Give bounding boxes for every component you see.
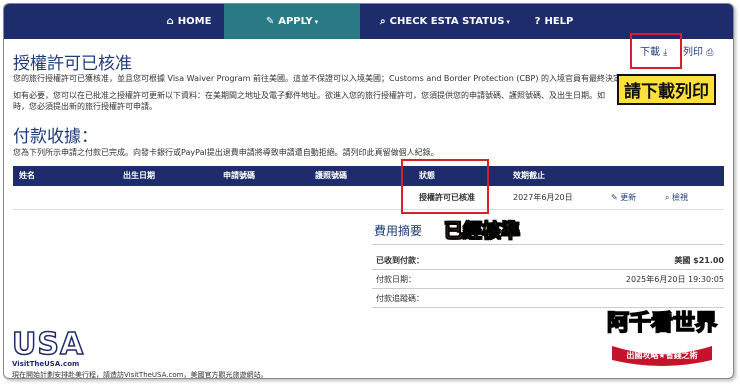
update-paragraph-line2: 時，您必須提出新的旅行授權許可申請。 <box>13 102 157 111</box>
status-highlight-box <box>401 159 489 214</box>
paid-label: 已收到付款： <box>376 256 424 265</box>
print-button[interactable]: 列印 ⎙ <box>683 43 713 58</box>
nav-help[interactable]: ? HELP <box>532 4 576 39</box>
view-link[interactable]: ⌕ 檢視 <box>665 186 688 210</box>
footer-text: 現在開始計劃安排赴美行程，請造訪VisitTheUSA.com，美國官方觀光旅遊… <box>12 371 268 379</box>
payment-paragraph: 您為下列所示申請之付款已完成。向發卡銀行或PayPal提出退費申請將導致申請遭自… <box>13 148 439 157</box>
caret-down-icon: ▾ <box>314 18 319 26</box>
callout-download-print: 請下載列印 <box>617 74 716 105</box>
pencil-icon: ✎ <box>265 16 275 27</box>
paid-value: 美國 $21.00 <box>674 256 724 265</box>
logo-site-text: VisitTheUSA.com <box>12 360 80 368</box>
summary-title: 費用摘要 <box>374 224 423 238</box>
date-value: 2025年6月20日 19:30:05 <box>625 275 724 284</box>
brand-name-text: 阿千看世界 <box>607 311 717 336</box>
col-name: 姓名 <box>19 171 35 180</box>
tracking-label: 付款追蹤碼： <box>376 294 424 303</box>
payment-section-title: 付款收據： <box>13 127 98 147</box>
printer-icon: ⎙ <box>706 48 714 58</box>
summary-divider <box>372 244 724 245</box>
col-expiry: 效期截止 <box>513 171 545 180</box>
nav-apply[interactable]: ✎ APPLY ▾ <box>224 4 360 39</box>
nav-home[interactable]: ⌂ HOME <box>154 4 224 39</box>
home-icon: ⌂ <box>166 16 174 27</box>
update-link[interactable]: ✎ 更新 <box>611 186 636 210</box>
brand-tagline-text: 出國攻略★省錢之術 <box>626 350 697 360</box>
logo-usa-text: USA <box>11 327 85 362</box>
search-icon: ⌕ <box>380 16 386 27</box>
caret-down-icon: ▾ <box>506 18 510 26</box>
summary-divider <box>372 288 724 289</box>
update-paragraph-line1: 如有必要，您可以在已批准之授權許可更新以下資料：在美期間之地址及電子郵件地址。欲… <box>13 91 605 100</box>
nav-check-status[interactable]: ⌕ CHECK ESTA STATUS ▾ <box>374 4 516 39</box>
date-label: 付款日期： <box>376 275 416 284</box>
download-highlight-box <box>630 33 682 69</box>
top-navbar: ⌂ HOME ✎ APPLY ▾ ⌕ CHECK ESTA STATUS ▾ ? HELP <box>4 4 733 39</box>
summary-divider <box>372 269 724 270</box>
brand-logo: 阿千看世界 出國攻略★省錢之術 <box>596 302 728 368</box>
visit-usa-logo: USA VisitTheUSA.com <box>11 327 85 368</box>
col-application-number: 申請號碼 <box>223 171 255 180</box>
edit-icon: ✎ <box>611 193 618 202</box>
expiry-cell: 2027年6月20日 <box>513 193 573 202</box>
help-icon: ? <box>534 16 541 27</box>
page-title: 授權許可已核准 <box>13 54 132 74</box>
browser-frame: ⌂ HOME ✎ APPLY ▾ ⌕ CHECK ESTA STATUS ▾ ? HELP … <box>3 3 734 379</box>
table-header: 姓名 出生日期 申請號碼 護照號碼 狀態 效期截止 <box>13 166 724 186</box>
search-icon: ⌕ <box>665 193 670 202</box>
brand-logo-graphic: 阿千看世界 出國攻略★省錢之術 <box>606 310 718 366</box>
callout-approved: 已經核準 <box>444 220 521 243</box>
col-passport-number: 護照號碼 <box>315 171 347 180</box>
approval-paragraph: 您的旅行授權許可已獲核准，並且您可根據 Visa Waiver Program … <box>13 74 629 83</box>
col-dob: 出生日期 <box>123 171 155 180</box>
table-row: 授權許可已核准 2027年6月20日 ✎ 更新 ⌕ 檢視 <box>13 186 724 210</box>
